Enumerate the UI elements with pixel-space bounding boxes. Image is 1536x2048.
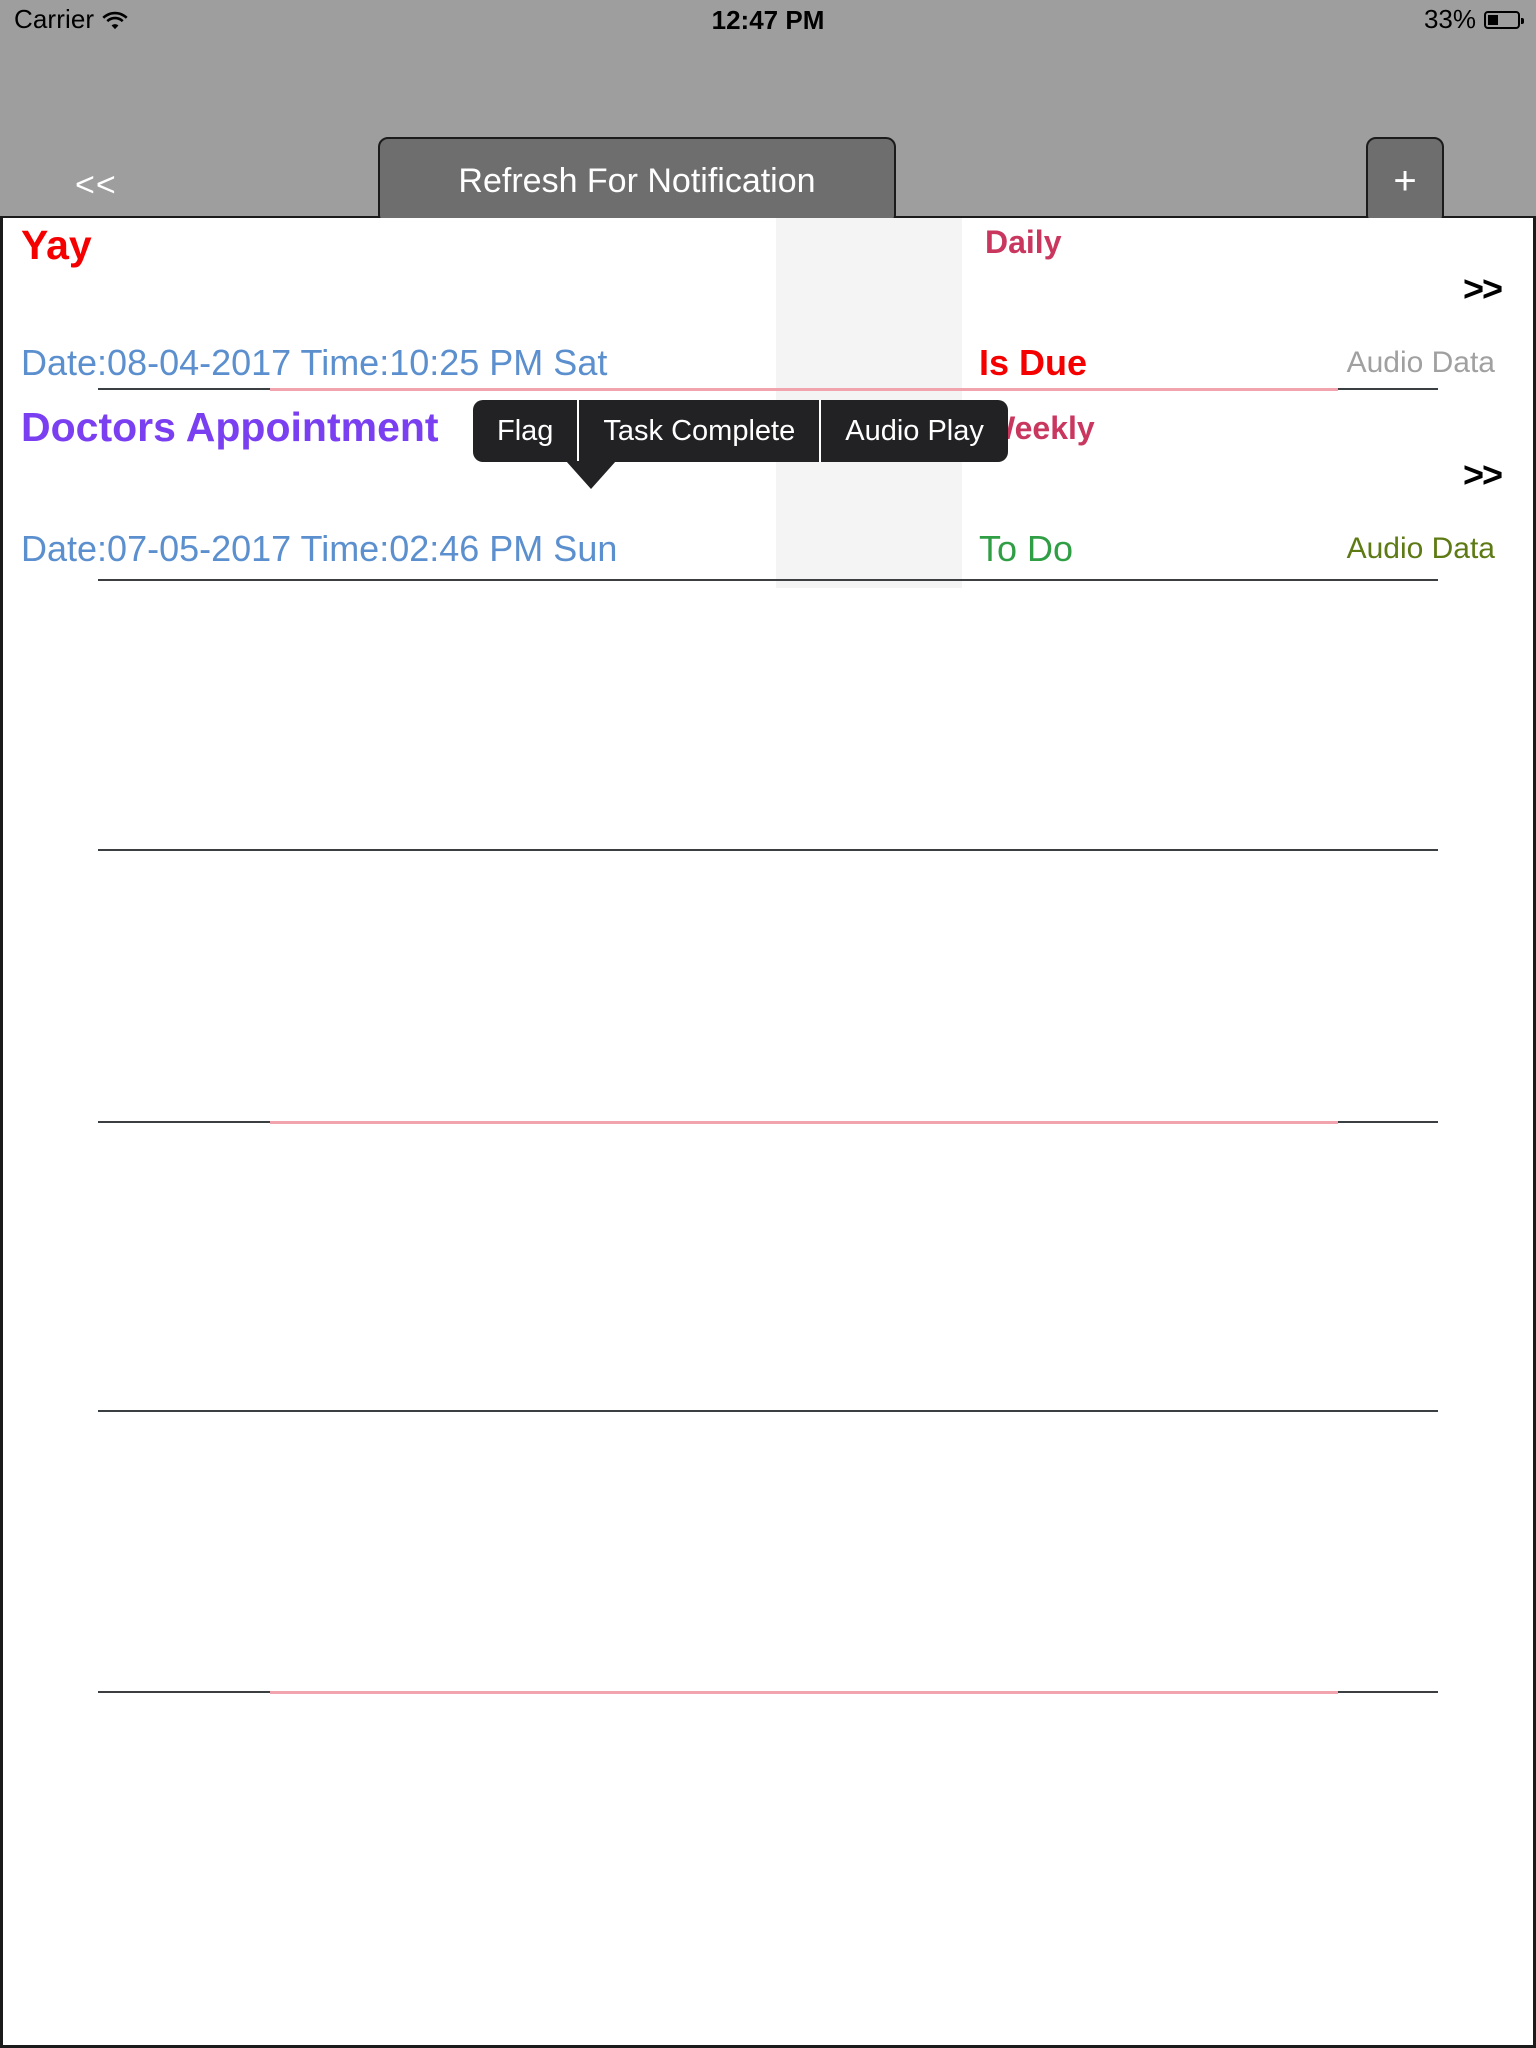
status-badge: Is Due xyxy=(979,342,1088,383)
battery-icon xyxy=(1484,10,1524,29)
context-menu-pointer-arrow xyxy=(566,461,616,489)
row-audio-data-label[interactable]: Audio Data xyxy=(1347,346,1495,380)
context-menu-item-flag[interactable]: Flag xyxy=(473,400,577,462)
table-row[interactable] xyxy=(3,1123,1533,1412)
table-row[interactable] xyxy=(3,579,1533,851)
status-bar: Carrier 12:47 PM 33% xyxy=(0,0,1536,40)
row-datetime: Date:07-05-2017 Time:02:46 PM Sun xyxy=(21,528,618,569)
row-detail-chevron-icon[interactable]: >> xyxy=(1463,268,1503,310)
row-separator-overdue xyxy=(270,1691,1338,1694)
row-title: Yay xyxy=(21,222,92,268)
back-button[interactable]: << xyxy=(75,166,117,205)
status-badge: To Do xyxy=(979,528,1074,569)
row-detail-chevron-icon[interactable]: >> xyxy=(1463,454,1503,496)
table-row[interactable] xyxy=(3,1411,1533,1697)
battery-fill xyxy=(1488,14,1498,25)
context-menu-item-task-complete[interactable]: Task Complete xyxy=(579,400,819,462)
app-root: Carrier 12:47 PM 33% << Refresh For Noti… xyxy=(0,0,1536,2048)
status-bar-clock: 12:47 PM xyxy=(711,5,825,35)
table-row[interactable] xyxy=(3,851,1533,1124)
row-repeat-label: Daily xyxy=(985,224,1062,260)
row-title: Doctors Appointment xyxy=(21,404,439,450)
add-button[interactable]: + xyxy=(1366,137,1444,225)
navigation-bar: << Refresh For Notification + xyxy=(0,40,1536,225)
context-menu[interactable]: Flag Task Complete Audio Play xyxy=(473,400,1008,462)
battery-percent-label: 33% xyxy=(1423,4,1476,34)
status-bar-right: 33% xyxy=(1423,4,1524,35)
context-menu-item-audio-play[interactable]: Audio Play xyxy=(821,400,1008,462)
refresh-for-notification-button[interactable]: Refresh For Notification xyxy=(378,137,896,225)
task-list[interactable]: Yay Daily >> Date:08-04-2017 Time:10:25 … xyxy=(0,218,1536,2048)
row-audio-data-label[interactable]: Audio Data xyxy=(1347,532,1495,566)
row-datetime: Date:08-04-2017 Time:10:25 PM Sat xyxy=(21,342,608,383)
row-thumbnail xyxy=(776,218,962,402)
